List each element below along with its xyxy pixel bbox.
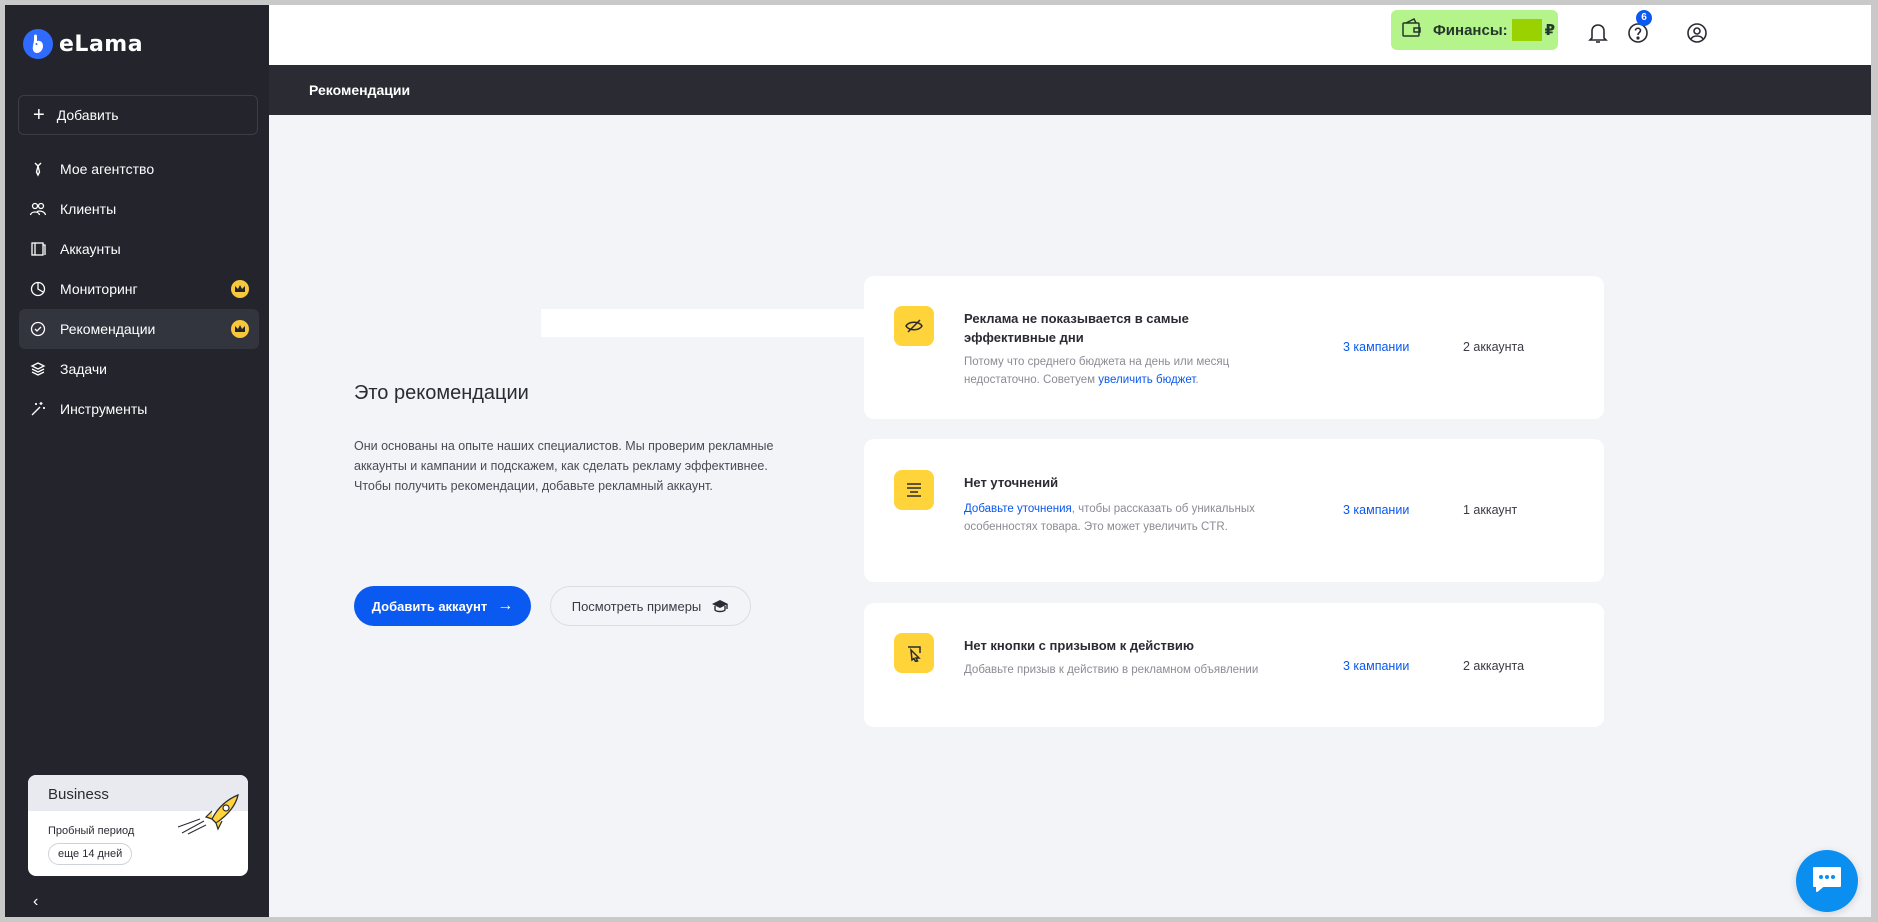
sidebar-item-tasks[interactable]: Задачи	[19, 349, 259, 389]
accounts-count: 2 аккаунта	[1463, 340, 1525, 354]
sidebar-item-label: Аккаунты	[60, 241, 121, 257]
tie-icon	[29, 160, 47, 178]
plan-card[interactable]: Business Пробный период еще 14 дней	[28, 775, 248, 876]
sidebar-item-label: Инструменты	[60, 401, 148, 417]
campaigns-link[interactable]: 3 кампании	[1343, 503, 1409, 517]
chat-bubble-icon	[1811, 865, 1843, 898]
sidebar-item-label: Рекомендации	[60, 321, 156, 337]
help-badge: 6	[1636, 10, 1652, 26]
cursor-click-icon	[894, 633, 934, 673]
sidebar-item-label: Задачи	[60, 361, 108, 377]
increase-budget-link[interactable]: увеличить бюджет	[1098, 374, 1195, 386]
page-header: Рекомендации	[269, 65, 1871, 115]
accounts-count: 2 аккаунта	[1463, 659, 1525, 673]
finance-button[interactable]: Финансы: ₽	[1391, 10, 1558, 50]
llama-logo-icon	[23, 29, 53, 59]
sidebar-item-recommendations[interactable]: Рекомендации	[19, 309, 259, 349]
sidebar-item-clients[interactable]: Клиенты	[19, 189, 259, 229]
sidebar-item-label: Клиенты	[60, 201, 117, 217]
card-title: Реклама не показывается в самые эффектив…	[964, 311, 1189, 345]
chat-button[interactable]	[1796, 850, 1858, 912]
crown-icon	[231, 280, 249, 298]
eye-off-icon	[894, 306, 934, 346]
app-frame: eLama + Добавить Мое агентство Клиенты А…	[5, 5, 1871, 917]
add-button-label: Добавить	[56, 107, 119, 123]
wallet-icon	[1401, 17, 1423, 43]
layers-icon	[29, 360, 47, 378]
view-examples-label: Посмотреть примеры	[571, 598, 702, 614]
accounts-count: 1 аккаунт	[1463, 503, 1518, 517]
magic-wand-icon	[29, 400, 47, 418]
intro-title: Это рекомендации	[354, 382, 529, 404]
sidebar-item-monitoring[interactable]: Мониторинг	[19, 269, 259, 309]
sidebar-item-label: Мониторинг	[60, 281, 138, 297]
users-icon	[29, 200, 47, 218]
card-title: Нет уточнений	[964, 475, 1059, 490]
sidebar: eLama + Добавить Мое агентство Клиенты А…	[5, 5, 269, 917]
campaigns-link[interactable]: 3 кампании	[1343, 659, 1409, 673]
recommendation-card[interactable]: Нет кнопки с призывом к действию Добавьт…	[864, 603, 1604, 727]
sidebar-item-label: Мое агентство	[60, 161, 155, 177]
add-account-label: Добавить аккаунт	[371, 598, 488, 614]
add-refinements-link[interactable]: Добавьте уточнения	[964, 503, 1072, 515]
sidebar-item-accounts[interactable]: Аккаунты	[19, 229, 259, 269]
plan-days-badge: еще 14 дней	[48, 843, 133, 865]
decorative-strip	[541, 309, 871, 337]
pie-chart-icon	[29, 280, 47, 298]
recommendation-card[interactable]: Реклама не показывается в самые эффектив…	[864, 276, 1604, 419]
campaigns-link[interactable]: 3 кампании	[1343, 340, 1409, 354]
book-icon	[29, 240, 47, 258]
collapse-sidebar-icon[interactable]: ‹	[33, 893, 38, 911]
intro-text: Они основаны на опыте наших специалистов…	[354, 439, 774, 493]
check-circle-icon	[29, 320, 47, 338]
plus-icon: +	[33, 104, 45, 126]
crown-icon	[231, 320, 249, 338]
recommendation-card[interactable]: Нет уточнений Добавьте уточнения, чтобы …	[864, 439, 1604, 582]
topbar: Финансы: ₽ 6	[269, 5, 1871, 65]
sidebar-nav: Мое агентство Клиенты Аккаунты Мониторин…	[19, 149, 259, 429]
card-description: Потому что среднего бюджета на день или …	[964, 356, 1230, 386]
sidebar-item-agency[interactable]: Мое агентство	[19, 149, 259, 189]
logo-text: eLama	[59, 31, 144, 57]
text-lines-icon	[894, 470, 934, 510]
card-title: Нет кнопки с призывом к действию	[964, 638, 1194, 653]
bell-icon[interactable]	[1586, 21, 1610, 45]
finance-amount-mask	[1511, 19, 1542, 41]
plan-subtitle: Пробный период	[48, 825, 135, 837]
sidebar-item-tools[interactable]: Инструменты	[19, 389, 259, 429]
currency-symbol: ₽	[1544, 22, 1556, 39]
page-title: Рекомендации	[309, 82, 411, 98]
card-description: Добавьте призыв к действию в рекламном о…	[964, 664, 1259, 676]
graduation-cap-icon	[711, 599, 729, 613]
view-examples-button[interactable]: Посмотреть примеры	[550, 586, 751, 626]
rocket-icon	[174, 787, 240, 840]
card-description: Добавьте уточнения, чтобы рассказать об …	[964, 503, 1255, 533]
arrow-right-icon: →	[497, 597, 514, 614]
add-button[interactable]: + Добавить	[18, 95, 258, 135]
finance-label: Финансы:	[1433, 21, 1508, 39]
logo[interactable]: eLama	[23, 29, 143, 59]
add-account-button[interactable]: Добавить аккаунт →	[354, 586, 531, 626]
user-profile-icon[interactable]	[1685, 21, 1709, 45]
